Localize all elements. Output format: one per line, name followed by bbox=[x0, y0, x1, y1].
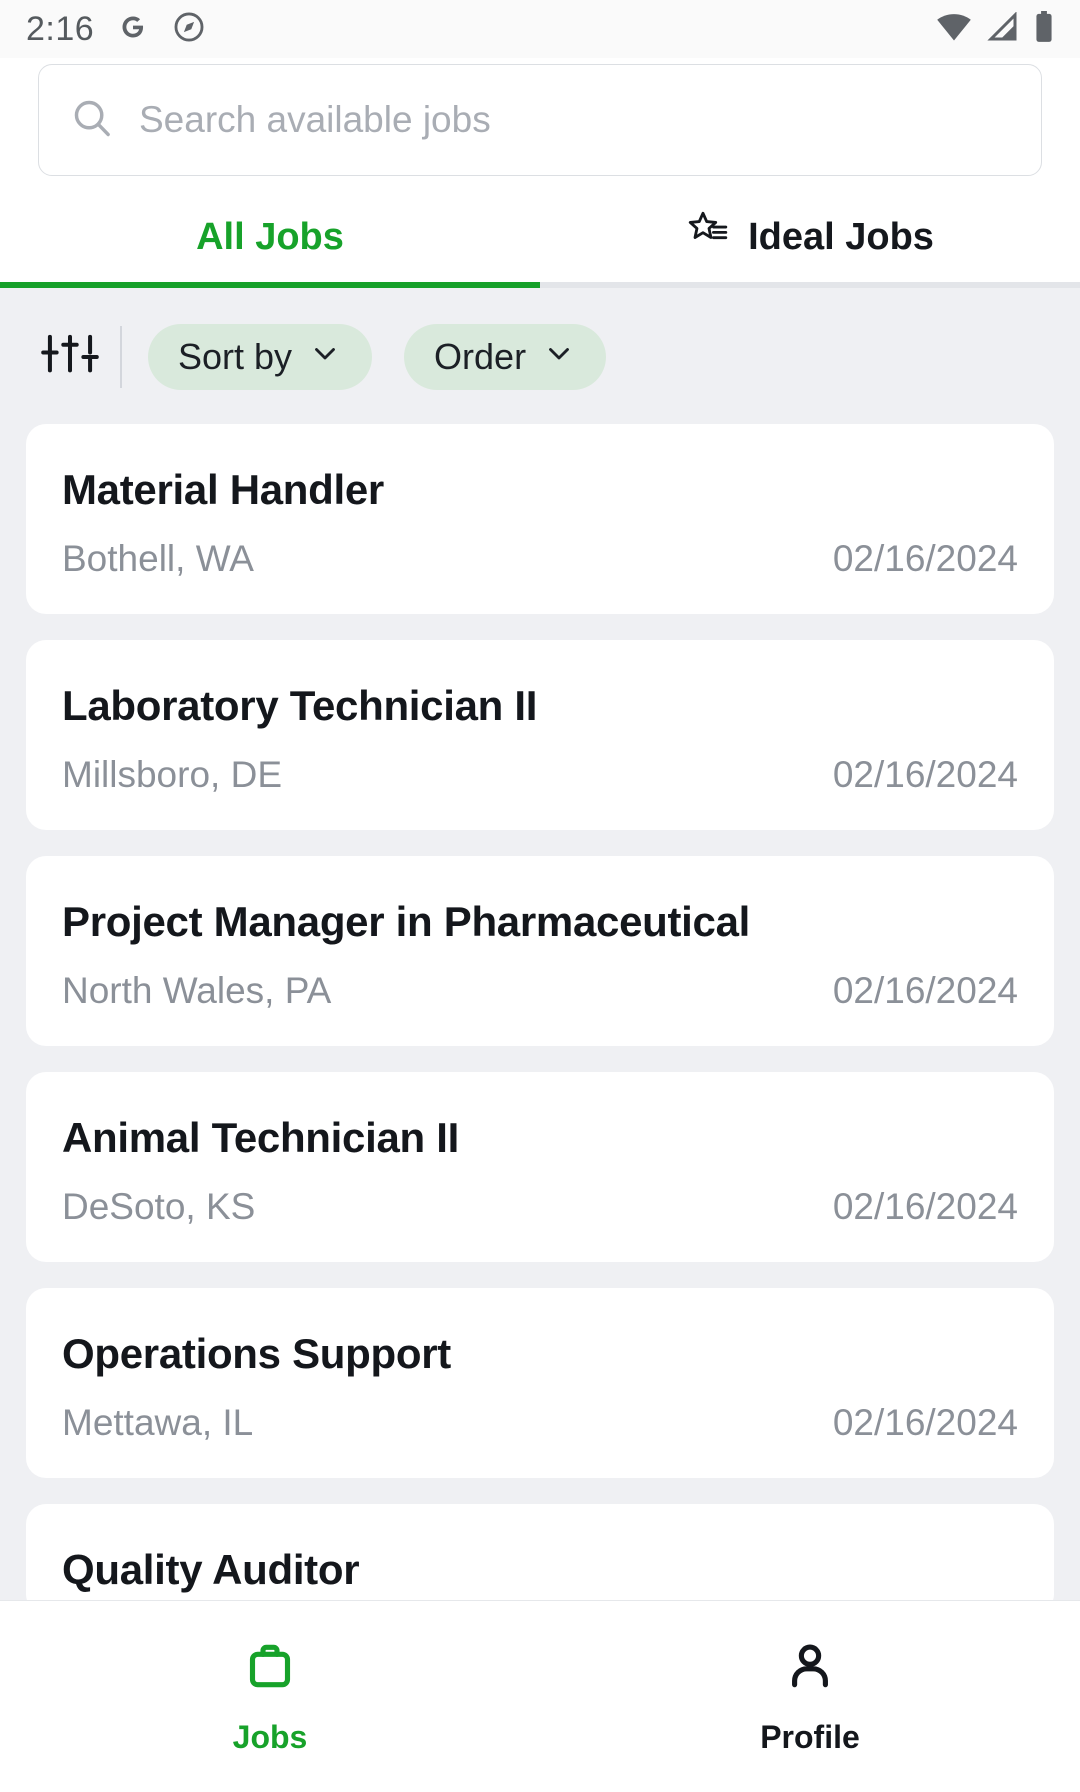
job-card[interactable]: Laboratory Technician II Millsboro, DE 0… bbox=[26, 640, 1054, 830]
search-section bbox=[0, 58, 1080, 192]
job-card[interactable]: Operations Support Mettawa, IL 02/16/202… bbox=[26, 1288, 1054, 1478]
google-g-icon bbox=[116, 10, 150, 49]
order-chip[interactable]: Order bbox=[404, 324, 607, 390]
sort-by-chip[interactable]: Sort by bbox=[148, 324, 373, 390]
job-date: 02/16/2024 bbox=[832, 1186, 1018, 1227]
compass-circle-icon bbox=[172, 10, 206, 49]
sort-by-chip-label: Sort by bbox=[178, 336, 293, 377]
nav-item-profile[interactable]: Profile bbox=[540, 1601, 1080, 1792]
filter-row: Sort by Order bbox=[0, 288, 1080, 424]
filter-divider bbox=[120, 326, 122, 388]
job-meta: Mettawa, IL 02/16/2024 bbox=[62, 1402, 1018, 1444]
tab-ideal-jobs[interactable]: Ideal Jobs bbox=[540, 192, 1080, 288]
cellular-signal-icon bbox=[986, 10, 1020, 47]
nav-item-profile-label: Profile bbox=[760, 1718, 860, 1755]
job-title: Animal Technician II bbox=[62, 1114, 459, 1161]
job-meta: Bothell, WA 02/16/2024 bbox=[62, 538, 1018, 580]
job-date: 02/16/2024 bbox=[832, 754, 1018, 795]
nav-item-jobs-label: Jobs bbox=[232, 1718, 308, 1755]
job-card[interactable]: Animal Technician II DeSoto, KS 02/16/20… bbox=[26, 1072, 1054, 1262]
job-meta: North Wales, PA 02/16/2024 bbox=[62, 970, 1018, 1012]
status-bar-right bbox=[936, 10, 1054, 48]
job-title: Material Handler bbox=[62, 466, 384, 513]
job-card[interactable]: Quality Auditor bbox=[26, 1504, 1054, 1600]
job-date: 02/16/2024 bbox=[832, 538, 1018, 579]
job-location: DeSoto, KS bbox=[62, 1186, 256, 1227]
tab-ideal-jobs-label: Ideal Jobs bbox=[748, 215, 934, 258]
chevron-down-icon bbox=[308, 336, 342, 379]
job-location: Mettawa, IL bbox=[62, 1402, 254, 1443]
briefcase-icon bbox=[242, 1638, 298, 1699]
status-bar: 2:16 bbox=[0, 0, 1080, 58]
job-title: Operations Support bbox=[62, 1330, 451, 1377]
job-card[interactable]: Material Handler Bothell, WA 02/16/2024 bbox=[26, 424, 1054, 614]
battery-icon bbox=[1034, 10, 1054, 48]
job-title: Quality Auditor bbox=[62, 1546, 360, 1593]
search-input[interactable] bbox=[139, 99, 1011, 141]
job-date: 02/16/2024 bbox=[832, 1402, 1018, 1443]
wifi-icon bbox=[936, 12, 972, 47]
job-card[interactable]: Project Manager in Pharmaceutical North … bbox=[26, 856, 1054, 1046]
status-bar-clock: 2:16 bbox=[26, 9, 95, 48]
app-screen: 2:16 Search available jobs All Jobs Idea… bbox=[0, 0, 1080, 1792]
search-icon bbox=[69, 95, 115, 146]
nav-item-jobs[interactable]: Jobs bbox=[0, 1601, 540, 1792]
tune-sliders-icon[interactable] bbox=[38, 325, 102, 389]
order-chip-label: Order bbox=[434, 336, 527, 377]
job-title: Laboratory Technician II bbox=[62, 682, 538, 729]
job-location: Millsboro, DE bbox=[62, 754, 282, 795]
search-bar[interactable] bbox=[38, 64, 1042, 176]
job-meta: Millsboro, DE 02/16/2024 bbox=[62, 754, 1018, 796]
job-list[interactable]: Material Handler Bothell, WA 02/16/2024 … bbox=[0, 424, 1080, 1600]
person-icon bbox=[782, 1638, 838, 1699]
job-title: Project Manager in Pharmaceutical bbox=[62, 898, 751, 945]
job-date: 02/16/2024 bbox=[832, 970, 1018, 1011]
job-location: Bothell, WA bbox=[62, 538, 254, 579]
tab-all-jobs[interactable]: All Jobs bbox=[0, 192, 540, 288]
job-location: North Wales, PA bbox=[62, 970, 332, 1011]
status-bar-left: 2:16 bbox=[26, 10, 206, 49]
star-list-icon bbox=[686, 209, 732, 265]
chevron-down-icon bbox=[542, 336, 576, 379]
job-meta: DeSoto, KS 02/16/2024 bbox=[62, 1186, 1018, 1228]
tab-bar: All Jobs Ideal Jobs bbox=[0, 192, 1080, 288]
tab-all-jobs-label: All Jobs bbox=[196, 215, 344, 258]
bottom-nav: Jobs Profile bbox=[0, 1600, 1080, 1792]
